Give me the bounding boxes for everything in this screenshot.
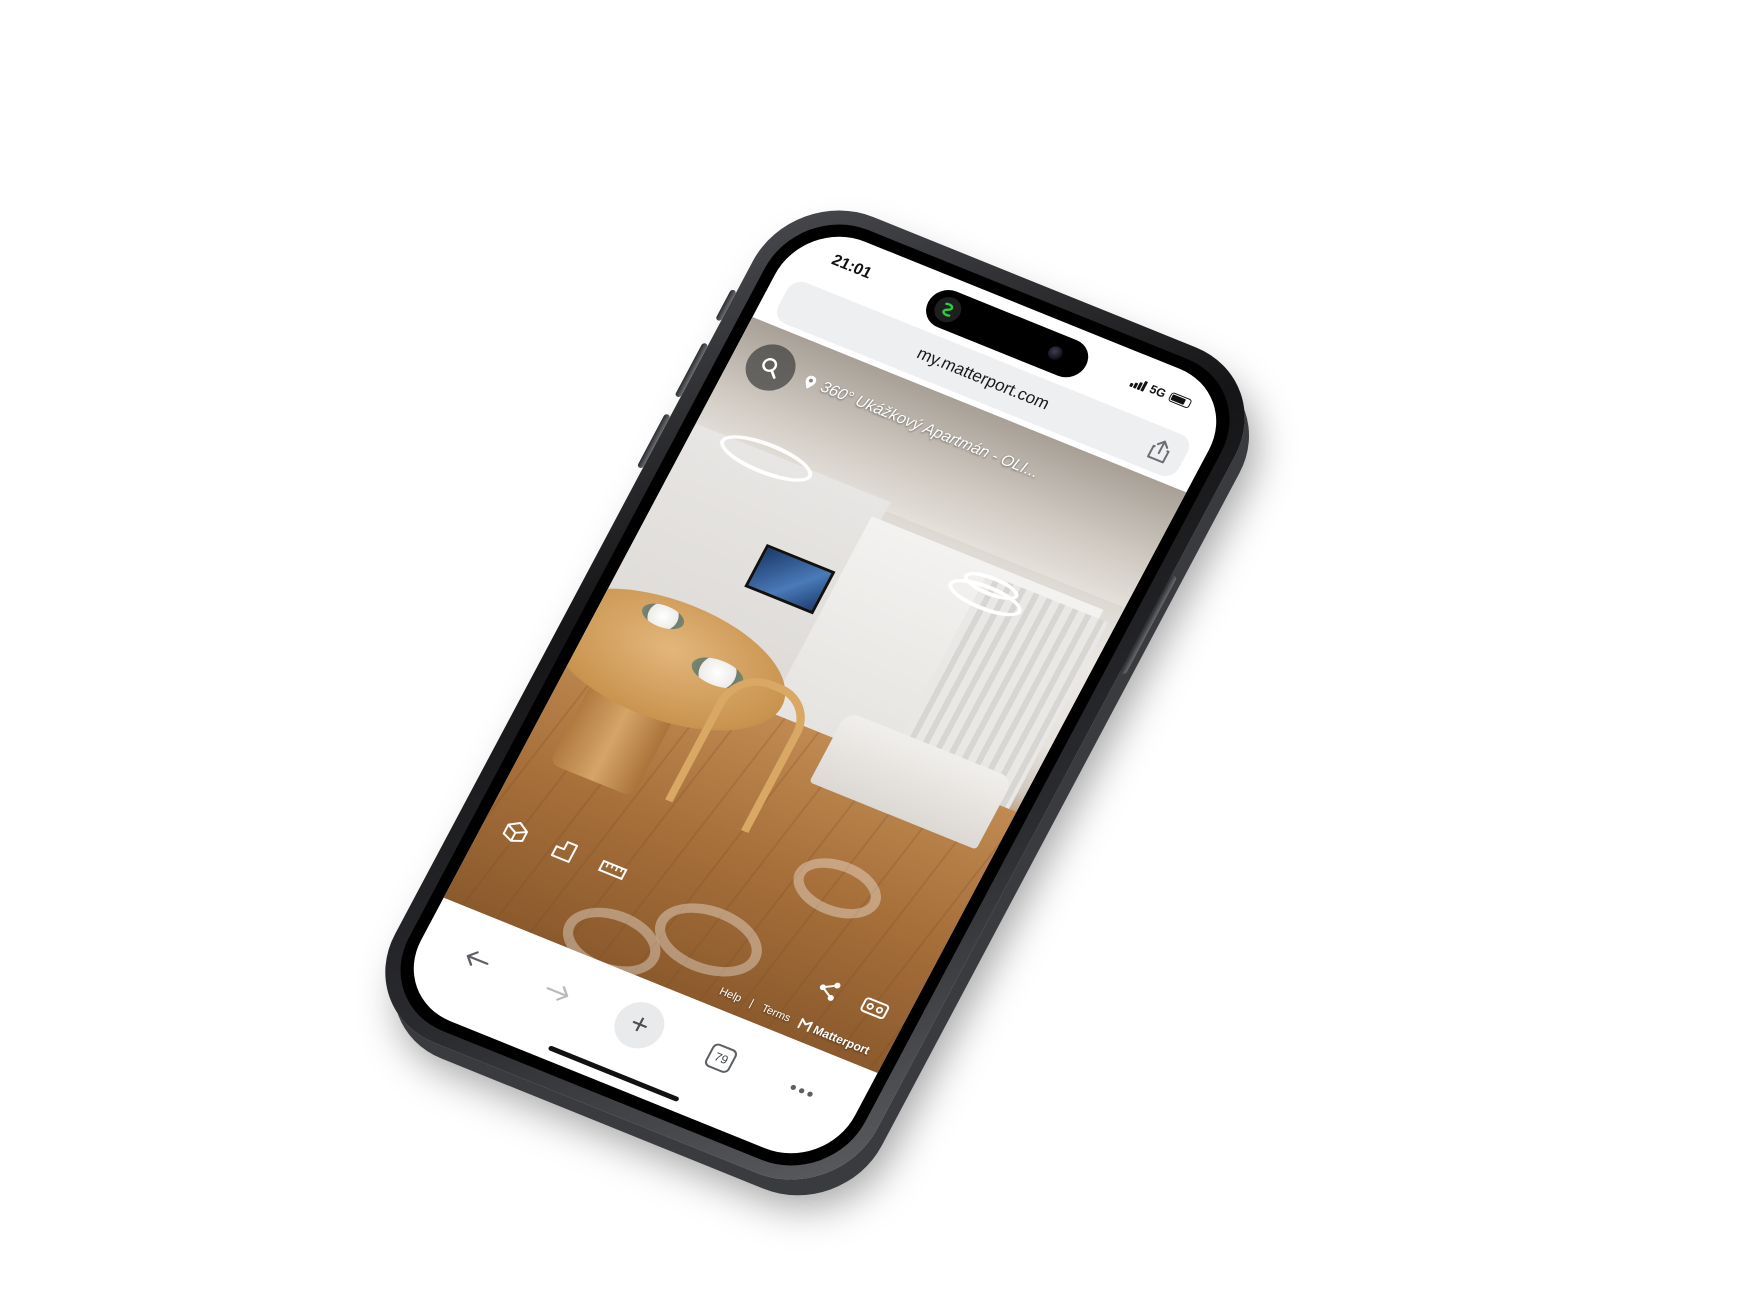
tab-count: 79 <box>703 1041 740 1075</box>
tabs-button[interactable]: 79 <box>691 1031 753 1087</box>
battery-icon <box>1167 391 1193 409</box>
arrow-right-icon <box>546 985 568 1001</box>
back-button[interactable] <box>447 932 509 988</box>
status-time: 21:01 <box>828 251 875 283</box>
link-separator: | <box>747 997 756 1010</box>
more-dots-icon <box>790 1084 813 1097</box>
phone-bezel: 21:01 5G my.matterport.com 360° Ukážkový… <box>374 202 1256 1188</box>
new-tab-button[interactable]: + <box>605 994 673 1056</box>
more-button[interactable] <box>771 1063 833 1119</box>
signal-icon <box>1129 376 1149 392</box>
forward-button[interactable] <box>527 964 589 1020</box>
search-icon <box>762 358 778 379</box>
phone-mockup: 21:01 5G my.matterport.com 360° Ukážkový… <box>354 184 1276 1206</box>
front-camera <box>1045 344 1066 362</box>
share-icon[interactable] <box>1142 434 1178 467</box>
mute-switch <box>715 289 737 322</box>
arrow-left-icon <box>466 951 489 966</box>
status-indicators: 5G <box>1129 375 1194 411</box>
matterport-logo-icon <box>796 1017 813 1032</box>
live-activity-icon <box>929 293 966 327</box>
stage: 21:01 5G my.matterport.com 360° Ukážkový… <box>0 0 1738 1305</box>
phone-screen: 21:01 5G my.matterport.com 360° Ukážkový… <box>390 217 1240 1173</box>
network-type: 5G <box>1147 382 1169 401</box>
